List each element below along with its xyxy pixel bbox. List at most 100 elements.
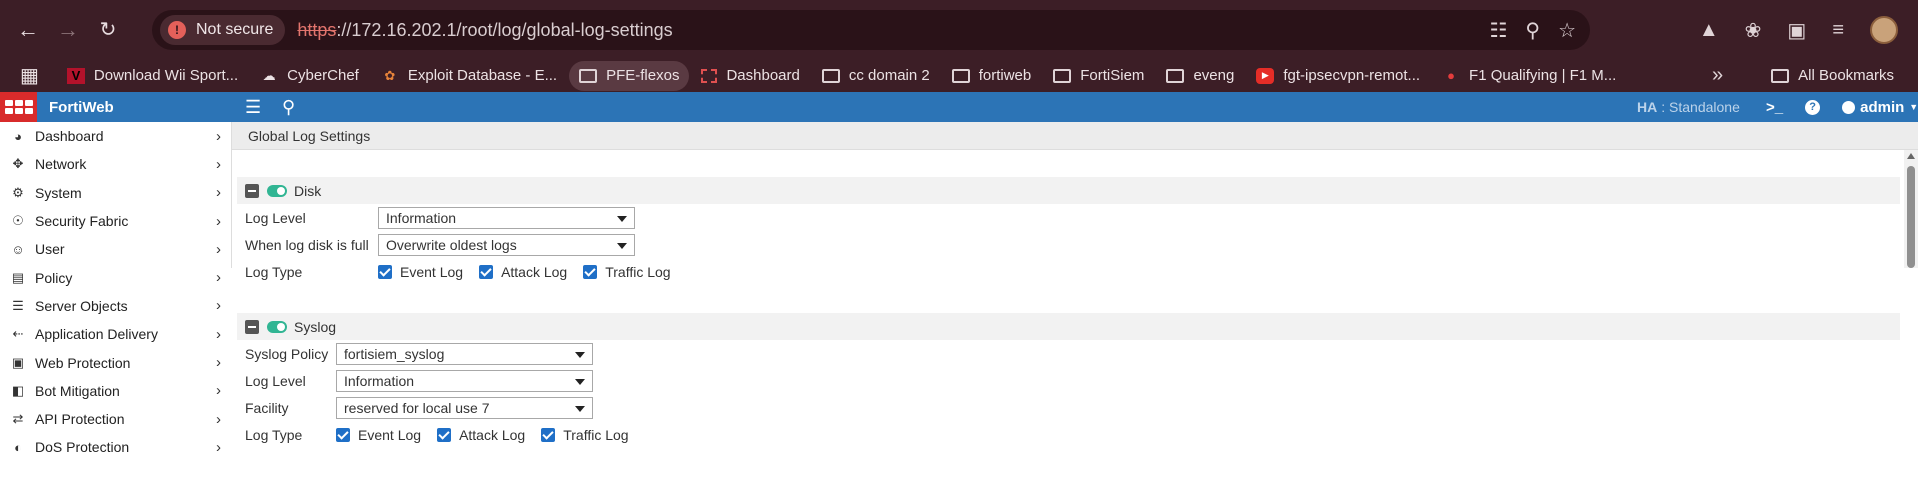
field-label: Log Type	[245, 263, 303, 280]
admin-menu[interactable]: admin ▼	[1842, 99, 1918, 116]
translate-icon[interactable]: ☷	[1489, 18, 1507, 43]
delivery-icon: ⇠	[12, 326, 24, 342]
profile-avatar[interactable]	[1870, 16, 1898, 44]
sidebar-item-user[interactable]: ☺ User ›	[0, 235, 231, 263]
address-bar[interactable]: ! Not secure https://172.16.202.1/root/l…	[152, 10, 1590, 50]
checkbox-label: Event Log	[400, 263, 464, 280]
checkbox-label: Traffic Log	[563, 426, 629, 443]
collapse-icon[interactable]	[245, 183, 259, 198]
event-log-checkbox[interactable]	[336, 427, 350, 442]
sidebar-item-application-delivery[interactable]: ⇠ Application Delivery ›	[0, 320, 231, 348]
scrollbar-thumb[interactable]	[1907, 166, 1915, 268]
sidebar-item-security-fabric[interactable]: ☉ Security Fabric ›	[0, 207, 231, 235]
sidebar-item-bot-mitigation[interactable]: ◧ Bot Mitigation ›	[0, 377, 231, 405]
menu-toggle-icon[interactable]: ☰	[245, 97, 261, 118]
syslog-facility-select[interactable]: reserved for local use 7	[336, 396, 593, 419]
bookmark-item[interactable]: Dashboard	[691, 61, 809, 91]
chevron-right-icon: ›	[216, 127, 221, 145]
disk-section: Disk Log Level Information When log disk…	[237, 177, 1900, 285]
field-label: Log Level	[245, 209, 306, 226]
sidebar-item-api-protection[interactable]: ⇄ API Protection ›	[0, 405, 231, 433]
sidebar-item-web-protection[interactable]: ▣ Web Protection ›	[0, 348, 231, 376]
apps-grid-icon[interactable]: ▦	[20, 63, 39, 88]
wii-favicon-icon: V	[66, 67, 85, 84]
chevron-right-icon: ›	[216, 155, 221, 173]
attack-log-checkbox[interactable]	[437, 427, 452, 442]
more-bookmarks-icon[interactable]: »	[1712, 64, 1723, 87]
security-label: Not secure	[196, 21, 274, 38]
api-icon: ⇄	[12, 411, 24, 427]
folder-icon	[579, 68, 598, 84]
main-content: Global Log Settings Disk Log Level Infor…	[232, 122, 1918, 443]
event-log-checkbox[interactable]	[378, 264, 392, 279]
field-label: When log disk is full	[245, 236, 369, 253]
scroll-up-icon[interactable]	[1907, 153, 1915, 159]
bookmark-folder[interactable]: eveng	[1156, 61, 1244, 91]
syslog-policy-select[interactable]: fortisiem_syslog	[336, 342, 593, 365]
sidebar-item-system[interactable]: ⚙ System ›	[0, 179, 231, 207]
sidebar-item-dos-protection[interactable]: ◐ DoS Protection ›	[0, 433, 231, 461]
sidebar-item-policy[interactable]: ▤ Policy ›	[0, 263, 231, 291]
disk-full-select[interactable]: Overwrite oldest logs	[378, 233, 635, 256]
syslog-log-level-row: Log Level Information	[237, 367, 1900, 394]
field-label: Syslog Policy	[245, 345, 329, 362]
chef-hat-icon: ☁	[262, 67, 276, 83]
disk-log-level-row: Log Level Information	[237, 204, 1900, 231]
url-text[interactable]: https://172.16.202.1/root/log/global-log…	[297, 20, 672, 41]
bookmarks-bar: ▦ V Download Wii Sport... ☁ CyberChef ✿ Exp…	[0, 59, 1918, 92]
collapse-icon[interactable]	[245, 319, 259, 334]
reload-button[interactable]: ↻	[88, 10, 128, 50]
sidebar-item-server-objects[interactable]: ☰ Server Objects ›	[0, 292, 231, 320]
bookmark-item[interactable]: ● F1 Qualifying | F1 M...	[1432, 61, 1626, 91]
bot-icon: ◧	[11, 382, 25, 398]
sidebar: ◕ Dashboard › ✥ Network › ⚙ System › ☉ Security…	[0, 122, 232, 456]
search-icon[interactable]: ⚲	[282, 97, 295, 118]
bookmark-item[interactable]: ✿ Exploit Database - E...	[371, 61, 567, 91]
bookmark-item[interactable]: ☁ CyberChef	[250, 61, 369, 91]
traffic-log-checkbox[interactable]	[583, 264, 598, 279]
forward-button[interactable]: →	[48, 10, 88, 50]
bookmark-item[interactable]: ▶ fgt-ipsecvpn-remot...	[1246, 61, 1430, 91]
bookmark-folder[interactable]: fortiweb	[942, 61, 1042, 91]
chevron-right-icon: ›	[216, 438, 221, 456]
policy-icon: ▤	[11, 269, 25, 285]
checkbox-label: Event Log	[358, 426, 422, 443]
all-bookmarks-button[interactable]: All Bookmarks	[1761, 61, 1904, 91]
gear-icon: ⚙	[12, 184, 24, 200]
help-icon[interactable]: ?	[1805, 99, 1821, 115]
chevron-right-icon: ›	[216, 382, 221, 400]
field-label: Log Level	[245, 372, 306, 389]
dashboard-favicon-icon	[701, 68, 718, 83]
extensions-puzzle-icon[interactable]: ▣	[1787, 18, 1806, 43]
fabric-icon: ☉	[12, 213, 24, 229]
reading-list-icon[interactable]: ≡	[1832, 19, 1844, 42]
folder-icon	[1771, 68, 1790, 84]
traffic-log-checkbox[interactable]	[541, 427, 556, 442]
sidebar-item-network[interactable]: ✥ Network ›	[0, 150, 231, 178]
exploit-db-icon: ✿	[384, 67, 396, 83]
bookmark-folder[interactable]: cc domain 2	[812, 61, 940, 91]
fortinet-logo	[0, 92, 37, 122]
attack-log-checkbox[interactable]	[479, 264, 494, 279]
folder-icon	[1053, 68, 1072, 84]
disk-toggle[interactable]	[267, 184, 287, 197]
bookmark-star-icon[interactable]: ☆	[1558, 18, 1576, 43]
extension-hat-icon[interactable]: ▲	[1699, 19, 1719, 42]
bookmark-folder[interactable]: FortiSiem	[1043, 61, 1154, 91]
chevron-right-icon: ›	[216, 240, 221, 258]
content-scrollbar[interactable]	[1904, 150, 1918, 268]
extension-cookie-icon[interactable]: ❀	[1745, 18, 1762, 43]
bookmark-folder[interactable]: PFE-flexos	[569, 60, 690, 91]
syslog-log-type-row: Log Type Event Log Attack Log Traffic Lo…	[237, 421, 1900, 448]
security-indicator[interactable]: ! Not secure	[160, 15, 286, 45]
sidebar-item-dashboard[interactable]: ◕ Dashboard ›	[0, 122, 231, 150]
chevron-right-icon: ›	[216, 297, 221, 315]
zoom-icon[interactable]: ⚲	[1525, 18, 1540, 43]
back-button[interactable]: ←	[8, 10, 48, 50]
syslog-toggle[interactable]	[267, 320, 287, 333]
bookmark-item[interactable]: V Download Wii Sport...	[57, 61, 248, 91]
ha-status: HA: Standalone	[1637, 99, 1740, 115]
disk-log-level-select[interactable]: Information	[378, 206, 635, 229]
cli-console-icon[interactable]: >_	[1766, 99, 1783, 116]
syslog-log-level-select[interactable]: Information	[336, 369, 593, 392]
